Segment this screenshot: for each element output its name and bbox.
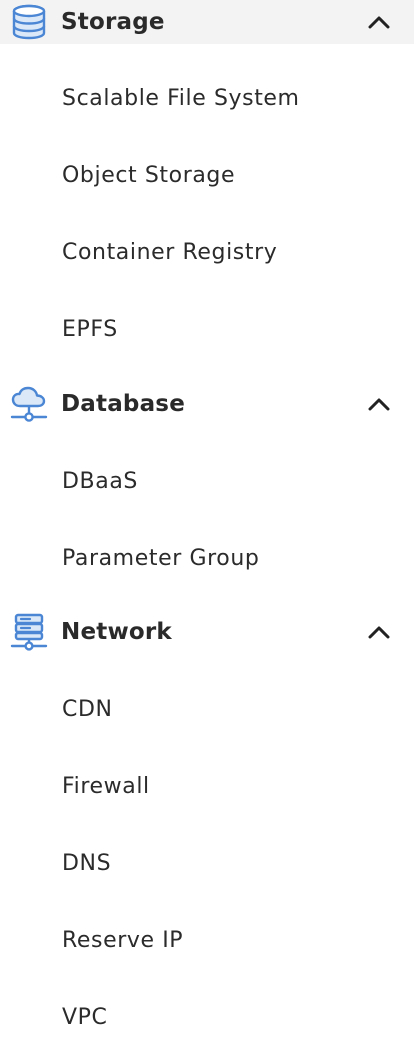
section-database-label: Database <box>61 391 186 417</box>
sidebar-item-label: Container Registry <box>62 239 278 265</box>
sidebar-item-scalable-file-system[interactable]: Scalable File System <box>0 70 414 126</box>
sidebar-item-container-registry[interactable]: Container Registry <box>0 224 414 280</box>
sidebar-item-label: Scalable File System <box>62 85 300 111</box>
chevron-up-icon[interactable] <box>366 12 392 32</box>
chevron-up-icon[interactable] <box>366 622 392 642</box>
sidebar-item-parameter-group[interactable]: Parameter Group <box>0 530 414 586</box>
section-storage-header[interactable]: Storage <box>0 0 414 44</box>
sidebar-item-label: Object Storage <box>62 162 236 188</box>
sidebar-item-vpc[interactable]: VPC <box>0 989 414 1045</box>
cloud-network-icon <box>10 385 48 423</box>
section-network-header[interactable]: Network <box>0 610 414 654</box>
sidebar-item-cdn[interactable]: CDN <box>0 681 414 737</box>
sidebar-item-label: EPFS <box>62 316 118 342</box>
sidebar-item-reserve-ip[interactable]: Reserve IP <box>0 912 414 968</box>
section-database-header[interactable]: Database <box>0 382 414 426</box>
sidebar-item-object-storage[interactable]: Object Storage <box>0 147 414 203</box>
section-network-label: Network <box>61 619 172 645</box>
sidebar-item-label: Reserve IP <box>62 927 184 953</box>
sidebar-item-label: VPC <box>62 1004 108 1030</box>
sidebar-item-firewall[interactable]: Firewall <box>0 758 414 814</box>
sidebar-item-label: DNS <box>62 850 112 876</box>
server-network-icon <box>10 613 48 651</box>
sidebar-item-label: DBaaS <box>62 468 138 494</box>
sidebar-item-dbaas[interactable]: DBaaS <box>0 453 414 509</box>
sidebar-item-label: Parameter Group <box>62 545 260 571</box>
sidebar-item-label: CDN <box>62 696 113 722</box>
sidebar-nav: Storage Scalable File System Object Stor… <box>0 0 414 1050</box>
database-icon <box>10 3 48 41</box>
sidebar-item-label: Firewall <box>62 773 150 799</box>
section-storage-label: Storage <box>61 9 165 35</box>
chevron-up-icon[interactable] <box>366 394 392 414</box>
sidebar-item-dns[interactable]: DNS <box>0 835 414 891</box>
sidebar-item-epfs[interactable]: EPFS <box>0 301 414 357</box>
